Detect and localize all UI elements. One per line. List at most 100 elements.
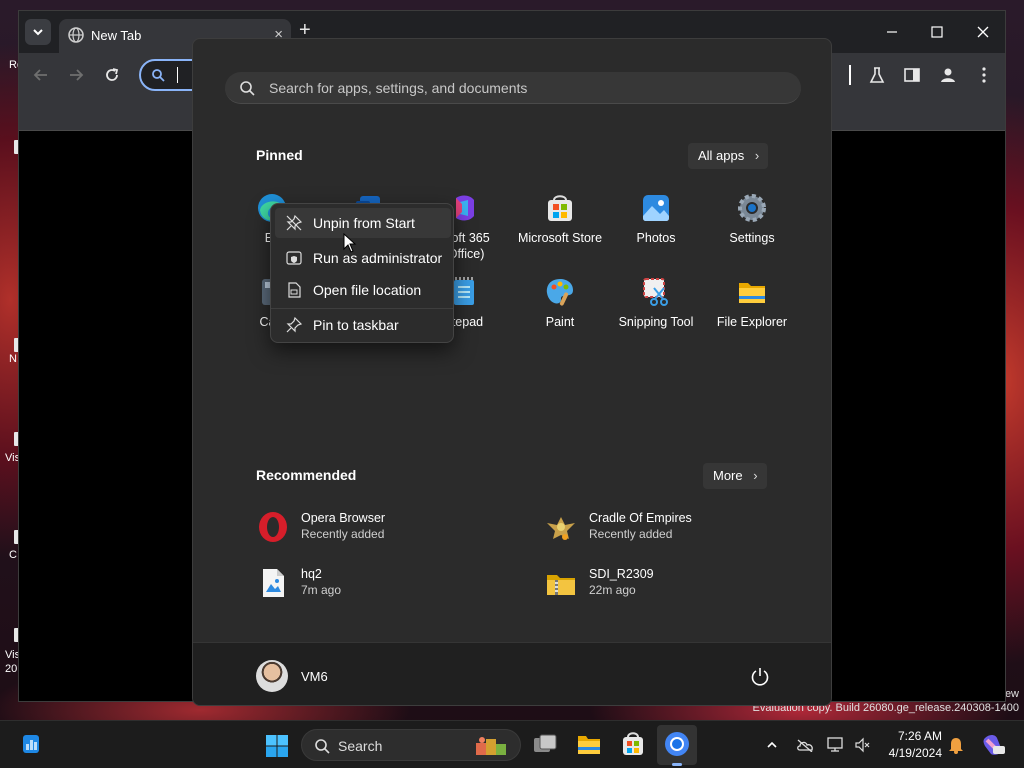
back-button[interactable] (31, 65, 51, 85)
all-apps-button[interactable]: All apps › (688, 143, 769, 169)
recommended-subtitle: Recently added (301, 527, 385, 541)
maximize-icon (931, 26, 943, 38)
recommended-title: Recommended (256, 467, 357, 483)
power-icon[interactable] (749, 666, 771, 688)
show-hidden-icons-button[interactable] (762, 735, 782, 755)
avatar[interactable] (256, 660, 288, 692)
side-panel-icon (904, 68, 920, 82)
taskbar-clock[interactable]: 7:26 AM 4/19/2024 (880, 728, 942, 762)
side-panel-button[interactable] (901, 64, 923, 86)
settings-icon (738, 194, 766, 222)
clock-time: 7:26 AM (897, 729, 942, 743)
pin-icon (286, 317, 302, 333)
pinned-app-settings[interactable]: Settings (704, 192, 800, 268)
back-icon (33, 69, 47, 81)
chrome-icon[interactable] (664, 731, 690, 757)
maximize-button[interactable] (925, 20, 949, 44)
windows-start-icon[interactable] (265, 734, 289, 758)
paint-icon (546, 279, 573, 306)
search-highlight-icon (476, 737, 506, 755)
tab-title: New Tab (91, 28, 142, 43)
recommended-item-cradle-of-empires[interactable]: Cradle Of Empires Recently added (545, 509, 805, 549)
pinned-app-photos[interactable]: Photos (608, 192, 704, 268)
store-icon[interactable] (620, 731, 646, 757)
desktop-icon-label[interactable]: C (9, 549, 17, 561)
widgets-icon[interactable] (20, 733, 42, 755)
menu-item-label: Run as administrator (313, 250, 443, 266)
photos-icon (643, 195, 669, 221)
app-label: Settings (729, 231, 775, 245)
profile-button[interactable] (937, 64, 959, 86)
more-button[interactable]: More › (703, 463, 767, 489)
profile-icon (941, 68, 955, 82)
notifications-button[interactable] (946, 735, 966, 755)
reload-button[interactable] (102, 65, 122, 85)
labs-icon (869, 67, 885, 83)
desktop-icon-label[interactable]: N (9, 353, 17, 365)
zip-folder-icon (547, 575, 575, 595)
start-search-box[interactable]: Search for apps, settings, and documents (225, 72, 801, 104)
clock-date: 4/19/2024 (888, 746, 942, 760)
start-search-placeholder: Search for apps, settings, and documents (269, 80, 528, 96)
desktop-icon-label-right: ew (1004, 688, 1019, 700)
menu-divider (271, 308, 453, 309)
pinned-app-paint[interactable]: Paint (512, 276, 608, 352)
store-icon (548, 195, 572, 221)
forward-icon (70, 69, 84, 81)
task-view-icon[interactable] (532, 731, 558, 757)
app-label: Paint (545, 315, 575, 329)
tab-search-button[interactable] (25, 19, 51, 45)
onedrive-button[interactable] (795, 735, 815, 755)
volume-icon (855, 737, 870, 753)
recommended-item-sdi-r2309[interactable]: SDI_R2309 22m ago (545, 565, 805, 605)
user-name[interactable]: VM6 (301, 669, 328, 684)
recommended-item-opera[interactable]: Opera Browser Recently added (257, 509, 517, 549)
taskbar-search-label: Search (338, 738, 383, 754)
close-window-button[interactable] (971, 20, 995, 44)
forward-button[interactable] (66, 65, 86, 85)
pinned-app-file-explorer[interactable]: File Explorer (704, 276, 800, 352)
network-button[interactable] (826, 735, 846, 755)
menu-item-unpin-from-start[interactable]: Unpin from Start (275, 208, 451, 238)
browser-menu-button[interactable] (973, 64, 995, 86)
notification-bell-icon (949, 738, 963, 754)
menu-icon (982, 67, 986, 83)
recommended-item-hq2[interactable]: hq2 7m ago (257, 565, 517, 605)
image-file-icon (263, 569, 284, 597)
snipping-tool-icon (643, 278, 668, 306)
chevron-down-icon (33, 29, 43, 36)
app-label: Photos (636, 231, 676, 245)
app-label: Snipping Tool (618, 315, 694, 329)
labs-button[interactable] (866, 64, 888, 86)
menu-item-run-as-administrator[interactable]: Run as administrator (275, 243, 451, 273)
pinned-app-microsoft-store[interactable]: Microsoft Store (512, 192, 608, 268)
desktop-icon-label[interactable]: 20 (5, 663, 17, 675)
context-menu: Unpin from Start Run as administrator Op… (270, 203, 454, 343)
menu-item-pin-to-taskbar[interactable]: Pin to taskbar (275, 310, 451, 340)
onedrive-icon (797, 739, 813, 752)
taskbar-search[interactable]: Search (301, 729, 521, 761)
taskbar: Search 7:26 AM 4/19/2024 (0, 720, 1024, 768)
volume-button[interactable] (852, 735, 872, 755)
all-apps-label: All apps (698, 148, 745, 163)
file-explorer-icon[interactable] (576, 731, 602, 757)
recommended-subtitle: 7m ago (301, 583, 342, 597)
app-label: Microsoft Store (517, 231, 603, 245)
app-label: File Explorer (716, 315, 788, 329)
more-label: More (713, 468, 743, 483)
menu-item-label: Pin to taskbar (313, 317, 399, 333)
opera-icon (259, 512, 287, 542)
search-icon (315, 739, 330, 754)
new-tab-button[interactable]: + (299, 20, 311, 40)
search-icon (152, 69, 165, 82)
copilot-button[interactable] (980, 735, 1006, 755)
menu-item-open-file-location[interactable]: Open file location (275, 275, 451, 305)
cradle-of-empires-icon (547, 517, 575, 540)
pinned-title: Pinned (256, 147, 303, 163)
pinned-app-snipping-tool[interactable]: Snipping Tool (608, 276, 704, 352)
toolbar-separator (849, 65, 851, 85)
start-footer: VM6 (193, 642, 831, 705)
minimize-button[interactable] (880, 20, 904, 44)
chevron-up-icon (767, 741, 777, 748)
recommended-name: hq2 (301, 567, 322, 581)
